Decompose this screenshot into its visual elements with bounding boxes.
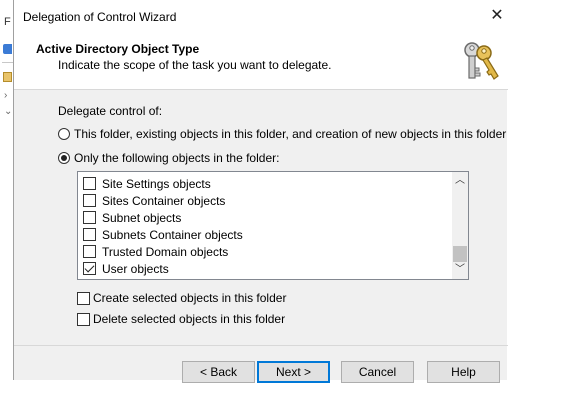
- background-window-text: F: [4, 16, 11, 28]
- background-chevron-down-icon: ⌄: [4, 106, 13, 117]
- object-checkbox[interactable]: [83, 211, 96, 224]
- create-objects-option[interactable]: Create selected objects in this folder: [77, 290, 286, 306]
- object-checkbox[interactable]: [83, 245, 96, 258]
- help-button[interactable]: Help: [427, 361, 500, 383]
- cancel-button[interactable]: Cancel: [341, 361, 414, 383]
- delete-objects-checkbox[interactable]: [77, 312, 90, 326]
- scroll-thumb[interactable]: [453, 246, 467, 262]
- delete-objects-option[interactable]: Delete selected objects in this folder: [77, 311, 285, 327]
- background-nav-icon: [3, 44, 12, 54]
- radio-this-folder[interactable]: This folder, existing objects in this fo…: [58, 126, 506, 142]
- footer-divider: [14, 345, 508, 346]
- list-item[interactable]: Trusted Domain objects: [78, 243, 451, 260]
- create-objects-checkbox[interactable]: [77, 291, 90, 305]
- list-scrollbar[interactable]: ︿ ﹀: [452, 172, 468, 279]
- next-button[interactable]: Next >: [257, 361, 330, 383]
- radio-this-folder-button[interactable]: [58, 128, 70, 140]
- background-folder-icon: [3, 72, 12, 82]
- radio-following-objects-label: Only the following objects in the folder…: [74, 151, 280, 165]
- list-item[interactable]: Sites Container objects: [78, 192, 451, 209]
- wizard-header: Active Directory Object Type Indicate th…: [14, 32, 508, 90]
- object-label: Subnets Container objects: [102, 227, 243, 242]
- list-item[interactable]: Subnet objects: [78, 209, 451, 226]
- page-title: Active Directory Object Type: [36, 42, 200, 56]
- object-label: Subnet objects: [102, 210, 182, 225]
- object-type-list[interactable]: Site Settings objects Sites Container ob…: [77, 171, 469, 280]
- scroll-up-icon[interactable]: ︿: [452, 173, 468, 189]
- object-label: User objects: [102, 261, 169, 276]
- wizard-dialog: Delegation of Control Wizard ✕ Active Di…: [13, 0, 508, 383]
- keys-icon: [464, 42, 499, 80]
- object-checkbox[interactable]: [83, 177, 96, 190]
- title-bar: Delegation of Control Wizard ✕: [14, 0, 508, 32]
- close-icon[interactable]: ✕: [490, 6, 504, 26]
- delegate-control-label: Delegate control of:: [58, 104, 163, 118]
- radio-this-folder-label: This folder, existing objects in this fo…: [74, 127, 507, 141]
- radio-following-objects-button[interactable]: [58, 152, 70, 164]
- page-subtitle: Indicate the scope of the task you want …: [58, 58, 332, 72]
- object-label: Sites Container objects: [102, 193, 226, 208]
- list-item[interactable]: Site Settings objects: [78, 175, 451, 192]
- background-divider: [2, 62, 13, 63]
- list-item[interactable]: Subnets Container objects: [78, 226, 451, 243]
- object-label: Trusted Domain objects: [102, 244, 229, 259]
- object-checkbox[interactable]: [83, 228, 96, 241]
- back-button[interactable]: < Back: [182, 361, 255, 383]
- window-title: Delegation of Control Wizard: [23, 10, 177, 24]
- object-label: Site Settings objects: [102, 176, 211, 191]
- scroll-down-icon[interactable]: ﹀: [452, 262, 468, 278]
- background-window: F › ⌄: [0, 0, 13, 393]
- background-chevron-right-icon: ›: [4, 90, 8, 101]
- create-objects-label: Create selected objects in this folder: [93, 291, 287, 305]
- delete-objects-label: Delete selected objects in this folder: [93, 312, 286, 326]
- object-checkbox[interactable]: [83, 194, 96, 207]
- object-checkbox-checked[interactable]: [83, 262, 96, 275]
- radio-following-objects[interactable]: Only the following objects in the folder…: [58, 150, 279, 166]
- list-item[interactable]: User objects: [78, 260, 451, 277]
